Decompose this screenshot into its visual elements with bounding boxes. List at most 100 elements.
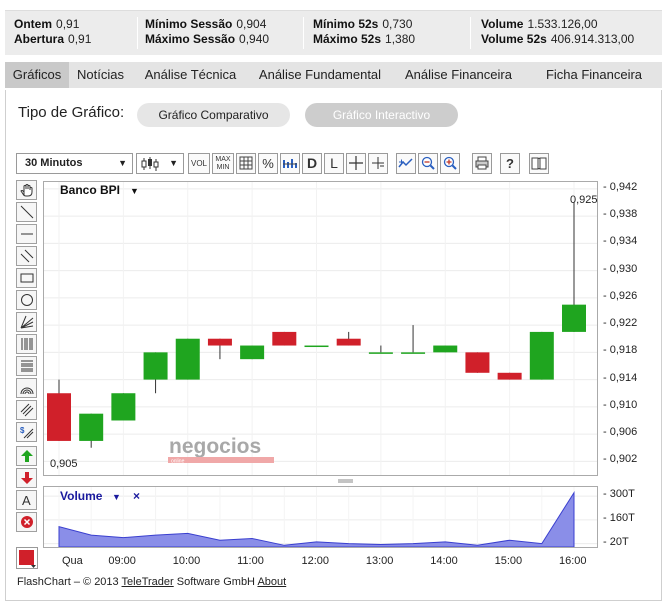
splitter-handle[interactable] — [336, 478, 356, 485]
rectangle-tool[interactable] — [16, 268, 37, 288]
zoom-out-button[interactable] — [418, 153, 438, 174]
bar-style-button[interactable] — [280, 153, 300, 174]
price-lines-tool[interactable]: $ — [16, 422, 37, 442]
channel-icon — [20, 249, 33, 263]
session-min-label: 0,905 — [50, 458, 78, 470]
candle-body — [433, 345, 458, 353]
stat-value: 0,91 — [68, 32, 92, 46]
chart-title: Banco BPI — [60, 183, 120, 197]
text-tool[interactable]: A — [16, 490, 37, 510]
volume-toggle-button[interactable]: VOL — [188, 153, 210, 174]
fibonacci-time-tool[interactable] — [16, 334, 37, 354]
candle-body — [79, 413, 104, 441]
tab-analise-fundamental[interactable]: Análise Fundamental — [249, 62, 391, 88]
candle-body — [368, 352, 393, 354]
fibonacci-retracement-tool[interactable] — [16, 356, 37, 376]
percent-button[interactable]: % — [258, 153, 278, 174]
delete-icon — [20, 516, 33, 528]
y-tick-label: - 0,918 — [603, 344, 638, 357]
svg-text:$: $ — [20, 426, 25, 435]
chart-panel: Tipo de Gráfico: Gráfico Comparativo Grá… — [5, 90, 662, 601]
price-chart-canvas: negocios online Banco BPI ▼ 0,905 0,925 — [44, 182, 598, 475]
crosshair-button[interactable] — [346, 153, 366, 174]
stat-value: 1,380 — [385, 32, 416, 46]
chevron-down-icon[interactable]: ▼ — [130, 186, 139, 196]
chevron-down-icon[interactable]: ▼ — [112, 492, 121, 502]
manual-button[interactable] — [529, 153, 549, 174]
candle-body — [240, 345, 265, 360]
tab-analise-financeira[interactable]: Análise Financeira — [391, 62, 526, 88]
crosshair-icon — [349, 156, 363, 170]
candle-body — [562, 304, 586, 332]
printer-icon — [475, 156, 489, 170]
stat-value: 1.533.126,00 — [527, 17, 598, 31]
volume-y-tick-label: - 300T — [603, 488, 635, 501]
candle-body — [401, 352, 426, 354]
circle-icon — [20, 294, 33, 306]
stats-col-session: Mínimo Sessão 0,904 Máximo Sessão 0,940 — [145, 17, 269, 47]
indicator-button[interactable] — [396, 153, 416, 174]
text-a-icon: A — [22, 493, 31, 507]
arc-tool[interactable] — [16, 378, 37, 398]
arrow-down-icon — [20, 472, 33, 484]
line-tool-button[interactable] — [368, 153, 388, 174]
tab-noticias[interactable]: Notícias — [69, 62, 132, 88]
stat-label: Mínimo Sessão — [145, 17, 233, 31]
indicator-icon — [398, 158, 413, 168]
trendline-tool[interactable] — [16, 202, 37, 222]
stat-label: Abertura — [14, 32, 65, 46]
interval-select[interactable]: 30 Minutos ▼ — [16, 153, 133, 174]
tab-ficha-financeira[interactable]: Ficha Financeira — [526, 62, 662, 88]
price-chart[interactable]: negocios online Banco BPI ▼ 0,905 0,925 — [43, 181, 598, 476]
delete-drawings-tool[interactable] — [16, 512, 37, 532]
stat-value: 0,730 — [382, 17, 413, 31]
dollar-lines-icon: $ — [20, 426, 33, 439]
candle-body — [143, 352, 168, 380]
interactive-chart-button[interactable]: Gráfico Interactivo — [305, 103, 458, 127]
close-icon[interactable]: × — [133, 489, 140, 503]
chart-toolbar: 30 Minutos ▼ ▼ VOL MAX MIN % D L ? — [16, 151, 586, 175]
stat-label: Volume 52s — [481, 32, 547, 46]
section-tabs: Gráficos Notícias Análise Técnica Anális… — [5, 62, 662, 88]
maxmin-toggle-button[interactable]: MAX MIN — [212, 153, 234, 174]
arrow-up-icon — [20, 450, 33, 462]
buy-marker-tool[interactable] — [16, 446, 37, 466]
drawing-color-picker[interactable] — [16, 547, 38, 569]
channel-tool[interactable] — [16, 246, 37, 266]
about-link[interactable]: About — [257, 576, 286, 588]
volume-title: Volume — [60, 489, 103, 503]
chart-type-label: Tipo de Gráfico: — [18, 104, 125, 121]
hand-icon — [19, 184, 32, 197]
print-button[interactable] — [472, 153, 492, 174]
comparative-chart-button[interactable]: Gráfico Comparativo — [137, 103, 290, 127]
zoom-in-button[interactable] — [440, 153, 460, 174]
y-tick-label: - 0,938 — [603, 208, 638, 221]
stat-label: Máximo 52s — [313, 32, 382, 46]
candle-body — [465, 352, 490, 373]
grid-toggle-button[interactable] — [236, 153, 256, 174]
time-x-axis: Qua 09:00 10:00 11:00 12:00 13:00 14:00 15:00 16… — [43, 555, 643, 569]
footer: FlashChart – © 2013 TeleTrader Software … — [17, 576, 286, 588]
x-tick-label: Qua — [62, 555, 83, 567]
horizontal-line-tool[interactable] — [16, 224, 37, 244]
volume-chart[interactable]: Volume ▼ × — [43, 486, 598, 548]
log-scale-button[interactable]: L — [324, 153, 344, 174]
chart-style-select[interactable]: ▼ — [136, 153, 184, 174]
fan-tool[interactable] — [16, 312, 37, 332]
stats-divider — [303, 17, 304, 49]
teletrader-link[interactable]: TeleTrader — [122, 576, 174, 588]
candle-body — [47, 393, 71, 441]
y-tick-label: - 0,910 — [603, 398, 638, 411]
fan-icon — [20, 315, 33, 329]
daily-button[interactable]: D — [302, 153, 322, 174]
x-tick-label: 10:00 — [172, 555, 201, 567]
pan-tool[interactable] — [16, 180, 37, 200]
help-button[interactable]: ? — [500, 153, 520, 174]
ellipse-tool[interactable] — [16, 290, 37, 310]
interval-value: 30 Minutos — [25, 157, 83, 169]
tab-analise-tecnica[interactable]: Análise Técnica — [132, 62, 249, 88]
color-swatch-icon — [19, 550, 36, 568]
tab-graficos[interactable]: Gráficos — [5, 62, 69, 88]
parallel-lines-tool[interactable] — [16, 400, 37, 420]
sell-marker-tool[interactable] — [16, 468, 37, 488]
